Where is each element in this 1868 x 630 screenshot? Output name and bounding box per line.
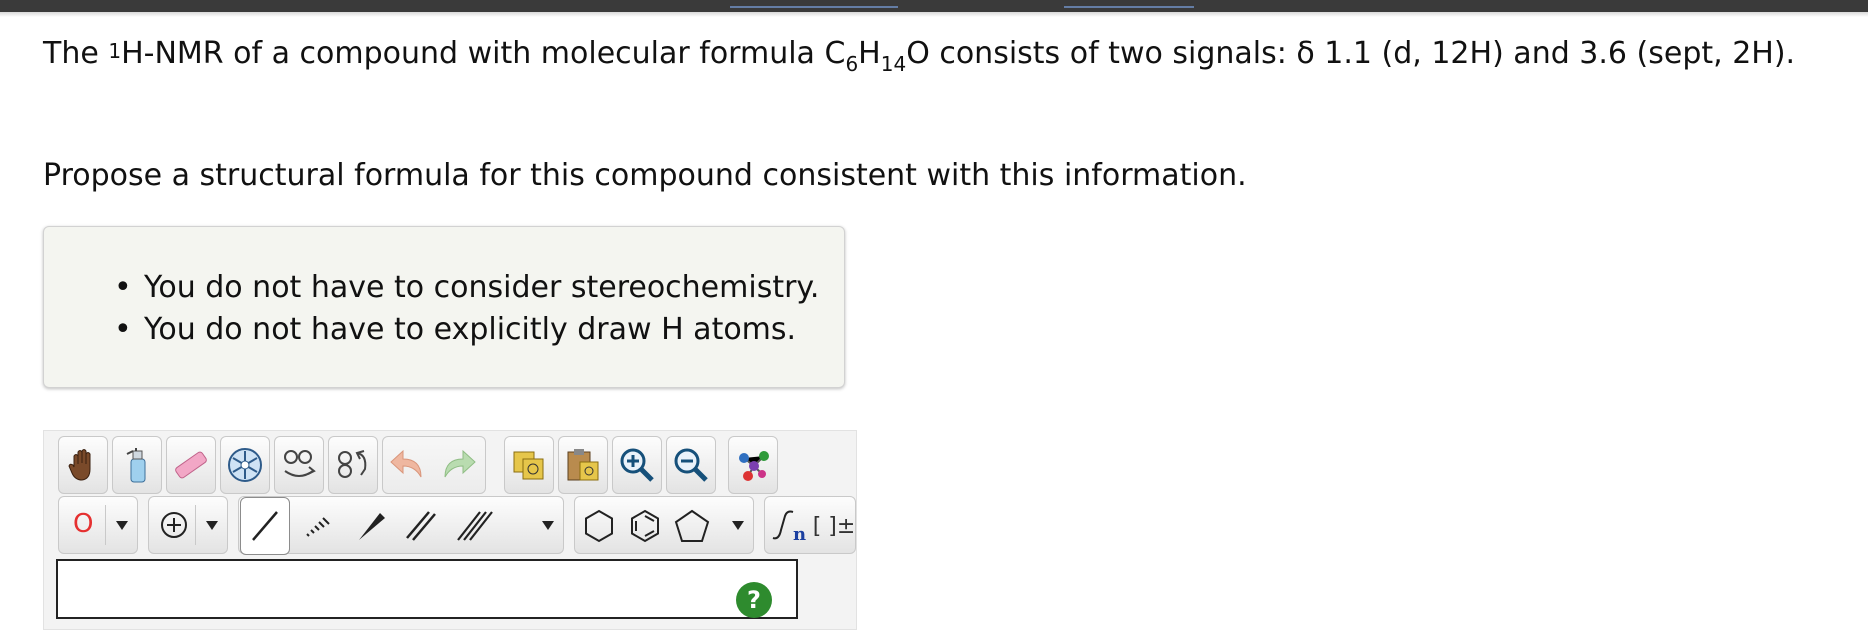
copy-button[interactable]	[504, 436, 554, 494]
eraser-icon	[175, 451, 207, 479]
hexagon-icon	[585, 509, 613, 543]
eraser-button[interactable]	[166, 436, 216, 494]
paste-clipboard-icon	[567, 449, 599, 481]
clean-structure-button[interactable]	[274, 436, 324, 494]
hand-icon	[68, 449, 91, 481]
top-bar	[0, 0, 1868, 12]
hashed-bond-button[interactable]	[294, 497, 344, 555]
note-item: You do not have to explicitly draw H ato…	[114, 309, 819, 351]
chevron-down-icon	[206, 521, 218, 530]
note-item: You do not have to consider stereochemis…	[114, 267, 819, 309]
notes-box: You do not have to consider stereochemis…	[43, 226, 845, 388]
ring-template-button[interactable]	[220, 436, 270, 494]
zoom-out-button[interactable]	[666, 436, 716, 494]
help-button[interactable]: ?	[736, 582, 772, 618]
charge-picker[interactable]	[148, 496, 228, 554]
paste-button[interactable]	[558, 436, 608, 494]
sgroup-button[interactable]: n	[766, 497, 812, 555]
notes-list: You do not have to consider stereochemis…	[114, 267, 819, 351]
double-bond-icon	[406, 511, 436, 541]
svg-text:n: n	[793, 524, 806, 545]
clean-2d-button[interactable]	[328, 436, 378, 494]
bracket-charge-button[interactable]: [ ]±	[812, 497, 856, 555]
question-text: The 1H-NMR of a compound with molecular …	[43, 36, 1796, 76]
double-bond-button[interactable]	[396, 497, 446, 555]
plus-charge-icon	[161, 512, 187, 538]
top-bar-shadow	[0, 12, 1868, 17]
benzene-icon	[631, 509, 659, 543]
instruction-text: Propose a structural formula for this co…	[43, 158, 1247, 193]
chevron-down-icon[interactable]	[542, 521, 554, 530]
clean-rings-icon	[284, 450, 316, 477]
sgroup-icon: n	[772, 510, 806, 545]
chevron-down-icon[interactable]	[732, 521, 744, 530]
review-topics-link[interactable]	[730, 0, 898, 8]
element-picker[interactable]: O	[58, 496, 138, 554]
molecule-3d-icon	[739, 451, 769, 481]
cyclopentane-button[interactable]	[670, 497, 714, 555]
copy-icon	[513, 451, 544, 480]
snowflake-ring-icon	[228, 448, 262, 482]
undo-button[interactable]	[382, 436, 432, 494]
spray-bottle-icon	[126, 448, 146, 483]
selected-element: O	[73, 509, 94, 539]
undo-arrow-icon	[390, 449, 422, 478]
redo-button[interactable]	[434, 436, 484, 494]
zoom-out-icon	[674, 448, 708, 482]
zoom-in-icon	[620, 448, 654, 482]
chevron-down-icon	[116, 521, 128, 530]
single-bond-icon	[252, 511, 278, 541]
3d-view-button[interactable]	[728, 436, 778, 494]
wedge-bond-icon	[359, 513, 385, 540]
drawing-canvas[interactable]	[56, 559, 798, 619]
move-hand-button[interactable]	[58, 436, 108, 494]
redo-arrow-icon	[444, 449, 476, 478]
lasso-select-button[interactable]	[112, 436, 162, 494]
single-bond-button[interactable]	[240, 497, 290, 555]
bracket-label: [ ]±	[812, 513, 856, 539]
triple-bond-icon	[457, 511, 493, 541]
hashed-bond-icon	[306, 517, 330, 537]
zoom-in-button[interactable]	[612, 436, 662, 494]
triple-bond-button[interactable]	[446, 497, 506, 555]
rotate-rings-icon	[338, 450, 367, 478]
cyclohexane-button[interactable]	[578, 497, 620, 555]
benzene-button[interactable]	[624, 497, 666, 555]
wedge-bond-button[interactable]	[346, 497, 396, 555]
references-link[interactable]	[1064, 0, 1194, 8]
pentagon-icon	[674, 509, 710, 542]
